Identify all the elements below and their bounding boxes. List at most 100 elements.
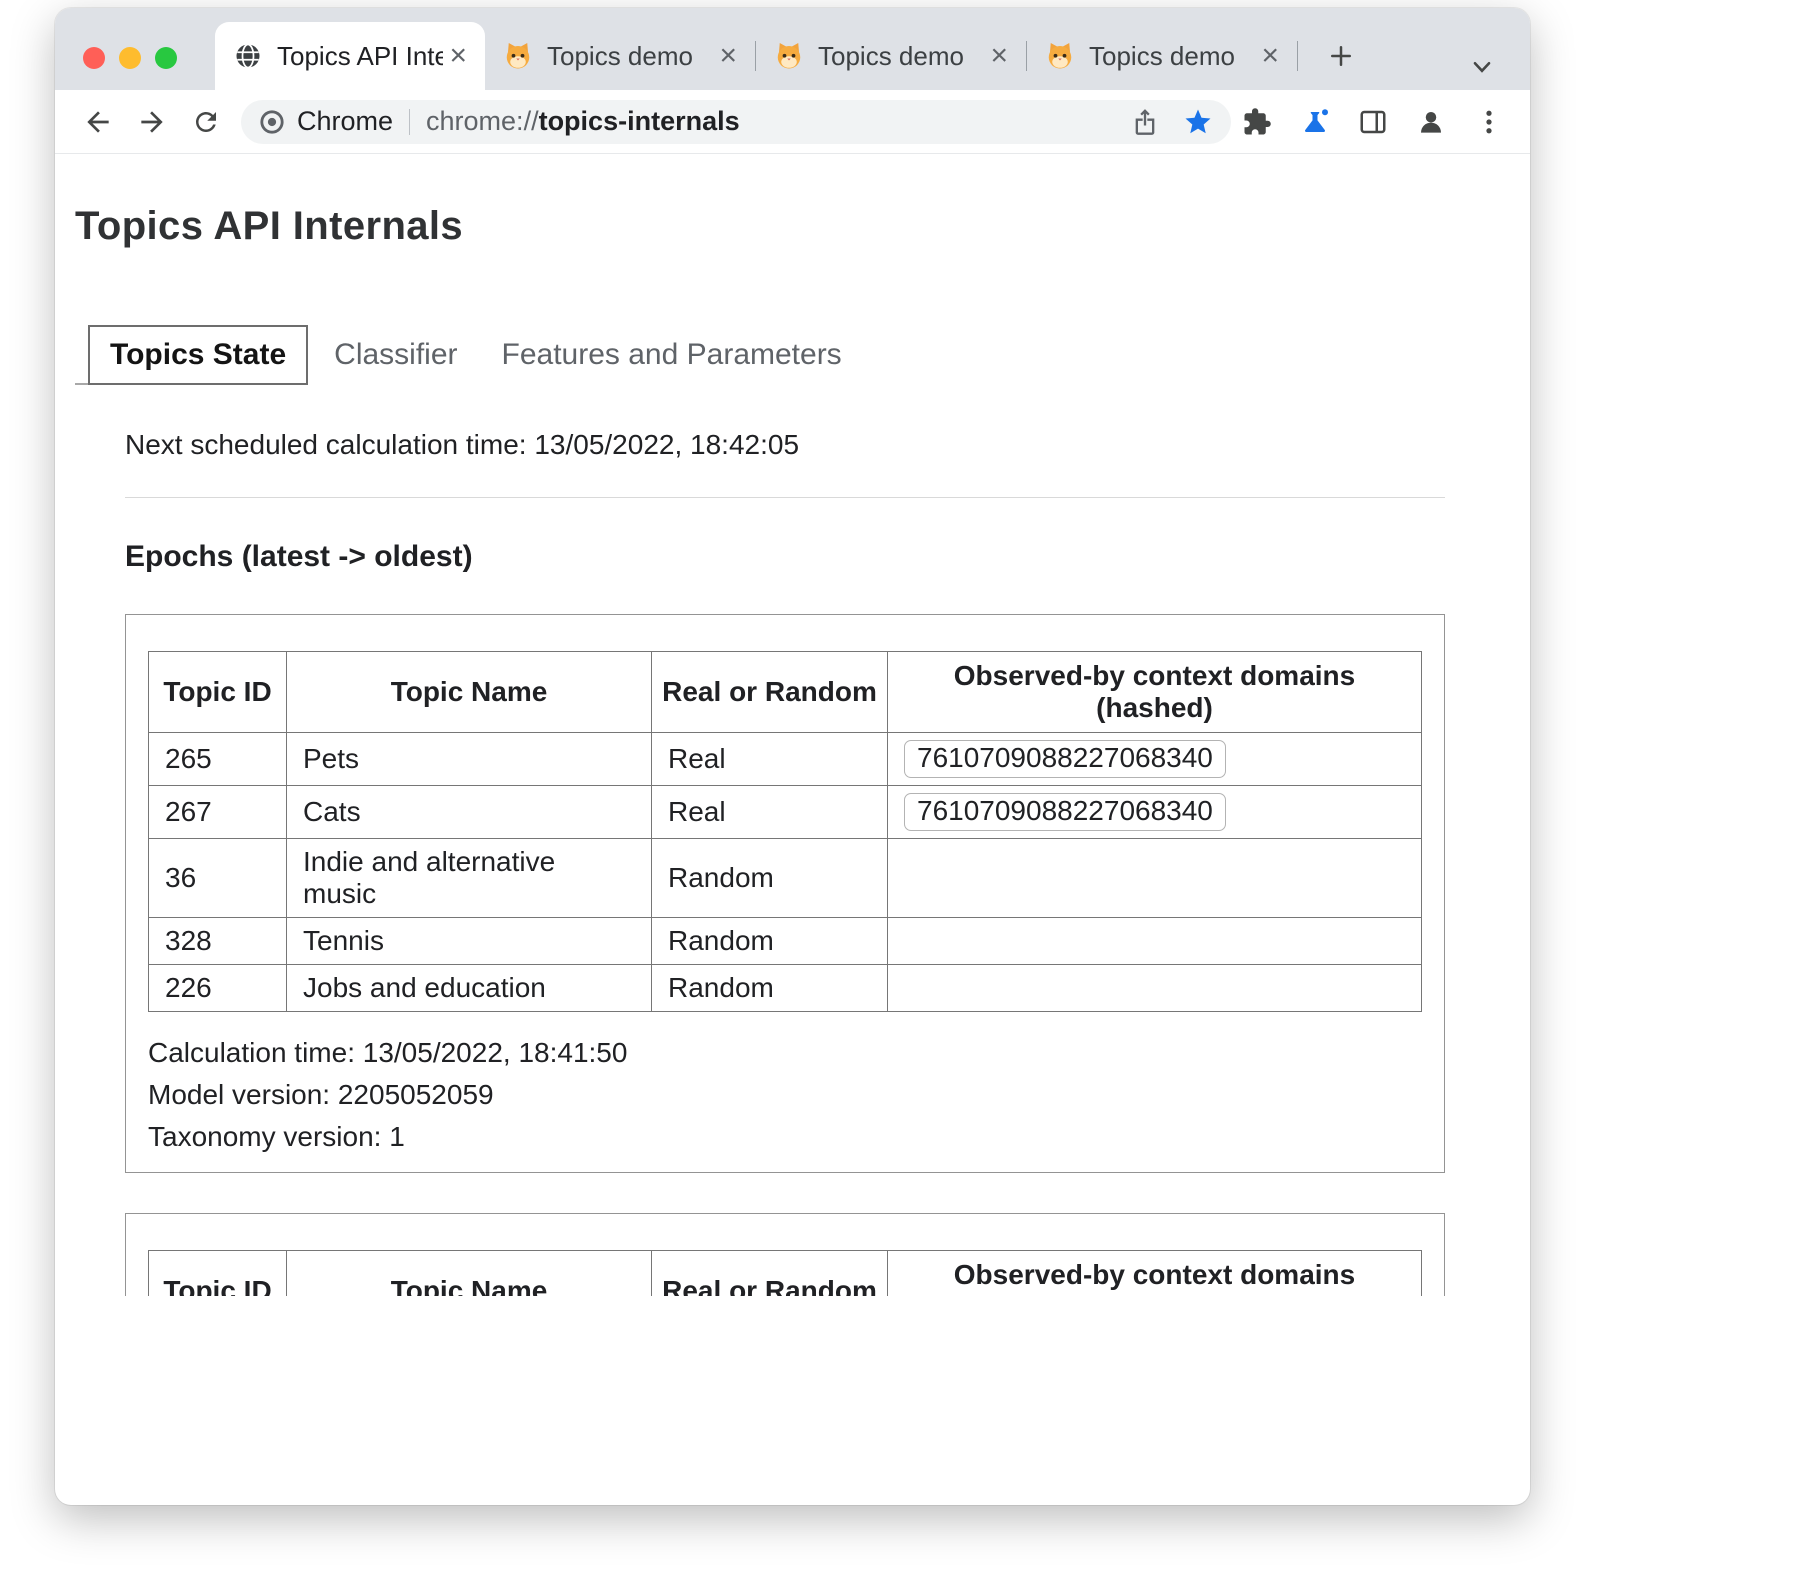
tab-strip: Topics API Intern × Topics demo ×	[55, 8, 1530, 90]
url-host: topics-internals	[539, 106, 740, 137]
divider	[125, 497, 1445, 498]
toolbar-actions	[1234, 99, 1514, 145]
table-header-row: Topic ID Topic Name Real or Random Obser…	[149, 1251, 1422, 1297]
profile-button[interactable]	[1408, 99, 1454, 145]
chevron-down-icon	[1467, 54, 1497, 80]
browser-toolbar: Chrome chrome:// topics-internals	[55, 90, 1530, 154]
flask-icon	[1300, 107, 1330, 137]
browser-tab-topics-demo-1[interactable]: Topics demo ×	[485, 22, 755, 90]
side-panel-icon	[1358, 107, 1388, 137]
col-header-topic-id: Topic ID	[149, 652, 287, 733]
browser-window: Topics API Intern × Topics demo ×	[55, 8, 1530, 1505]
extensions-button[interactable]	[1234, 99, 1280, 145]
col-header-topic-name: Topic Name	[287, 1251, 652, 1297]
topic-id-cell: 267	[149, 786, 287, 839]
reload-icon	[191, 107, 221, 137]
three-dots-icon	[1474, 107, 1504, 137]
avatar-icon	[1416, 107, 1446, 137]
col-header-real-or-random: Real or Random	[652, 652, 888, 733]
cat-favicon-icon	[503, 41, 533, 71]
share-icon	[1131, 108, 1159, 136]
window-minimize-button[interactable]	[119, 47, 141, 69]
tab-separator	[1297, 41, 1298, 71]
reload-button[interactable]	[179, 95, 233, 149]
epoch-table-1: Topic ID Topic Name Real or Random Obser…	[148, 651, 1422, 1012]
observed-by-cell: 7610709088227068340	[888, 733, 1422, 786]
topic-id-cell: 226	[149, 965, 287, 1012]
model-version: Model version: 2205052059	[148, 1074, 1422, 1116]
tab-close-icon[interactable]: ×	[443, 41, 473, 71]
tab-title: Topics API Intern	[277, 41, 443, 72]
table-row: 267 Cats Real 7610709088227068340	[149, 786, 1422, 839]
table-row: 36 Indie and alternative music Random	[149, 839, 1422, 918]
window-controls	[83, 47, 177, 69]
topic-name-cell: Cats	[287, 786, 652, 839]
topic-id-cell: 328	[149, 918, 287, 965]
side-panel-button[interactable]	[1350, 99, 1396, 145]
epoch-table-2: Topic ID Topic Name Real or Random Obser…	[148, 1250, 1422, 1296]
table-row: 265 Pets Real 7610709088227068340	[149, 733, 1422, 786]
browser-tab-topics-demo-2[interactable]: Topics demo ×	[756, 22, 1026, 90]
address-product-label: Chrome	[297, 106, 393, 137]
page-tabs: Topics State Classifier Features and Par…	[88, 325, 1530, 385]
observed-by-cell	[888, 839, 1422, 918]
real-or-random-cell: Real	[652, 786, 888, 839]
window-close-button[interactable]	[83, 47, 105, 69]
topic-name-cell: Pets	[287, 733, 652, 786]
col-header-observed-by: Observed-by context domains (hashed)	[888, 1251, 1422, 1297]
tab-close-icon[interactable]: ×	[984, 41, 1014, 71]
observed-by-cell	[888, 965, 1422, 1012]
url-scheme: chrome://	[426, 106, 539, 137]
browser-tabs: Topics API Intern × Topics demo ×	[215, 22, 1362, 90]
star-icon	[1183, 107, 1213, 137]
tab-close-icon[interactable]: ×	[1255, 41, 1285, 71]
chrome-logo-icon	[259, 109, 285, 135]
table-row: 226 Jobs and education Random	[149, 965, 1422, 1012]
tab-search-button[interactable]	[1464, 52, 1500, 82]
tab-close-icon[interactable]: ×	[713, 41, 743, 71]
topic-name-cell: Tennis	[287, 918, 652, 965]
epochs-heading: Epochs (latest -> oldest)	[125, 540, 1445, 574]
col-header-topic-id: Topic ID	[149, 1251, 287, 1297]
observed-by-cell	[888, 918, 1422, 965]
taxonomy-version: Taxonomy version: 1	[148, 1116, 1422, 1158]
topic-name-cell: Indie and alternative music	[287, 839, 652, 918]
tab-features-and-parameters[interactable]: Features and Parameters	[480, 326, 864, 384]
hashed-domain-value: 7610709088227068340	[904, 793, 1226, 831]
next-calculation-time: Next scheduled calculation time: 13/05/2…	[125, 429, 1445, 461]
globe-favicon-icon	[233, 41, 263, 71]
tab-classifier[interactable]: Classifier	[312, 326, 479, 384]
address-bar[interactable]: Chrome chrome:// topics-internals	[241, 100, 1231, 144]
cat-favicon-icon	[1045, 41, 1075, 71]
address-divider	[409, 109, 410, 135]
back-button[interactable]	[71, 95, 125, 149]
col-header-observed-by: Observed-by context domains (hashed)	[888, 652, 1422, 733]
forward-button[interactable]	[125, 95, 179, 149]
forward-arrow-icon	[136, 106, 168, 138]
back-arrow-icon	[82, 106, 114, 138]
col-header-topic-name: Topic Name	[287, 652, 652, 733]
share-button[interactable]	[1131, 108, 1159, 136]
browser-tab-topics-internals[interactable]: Topics API Intern ×	[215, 22, 485, 90]
chrome-labs-button[interactable]	[1292, 99, 1338, 145]
topic-id-cell: 36	[149, 839, 287, 918]
browser-tab-topics-demo-3[interactable]: Topics demo ×	[1027, 22, 1297, 90]
real-or-random-cell: Random	[652, 965, 888, 1012]
tab-title: Topics demo	[818, 41, 984, 72]
window-maximize-button[interactable]	[155, 47, 177, 69]
calculation-time: Calculation time: 13/05/2022, 18:41:50	[148, 1032, 1422, 1074]
table-row: 328 Tennis Random	[149, 918, 1422, 965]
real-or-random-cell: Random	[652, 918, 888, 965]
topics-state-panel: Next scheduled calculation time: 13/05/2…	[125, 429, 1445, 1296]
puzzle-icon	[1242, 107, 1272, 137]
epoch-card-2: Topic ID Topic Name Real or Random Obser…	[125, 1213, 1445, 1296]
page-title: Topics API Internals	[75, 204, 1530, 249]
browser-menu-button[interactable]	[1466, 99, 1512, 145]
tab-topics-state[interactable]: Topics State	[88, 325, 308, 385]
bookmark-button[interactable]	[1183, 107, 1213, 137]
real-or-random-cell: Real	[652, 733, 888, 786]
real-or-random-cell: Random	[652, 839, 888, 918]
table-header-row: Topic ID Topic Name Real or Random Obser…	[149, 652, 1422, 733]
new-tab-button[interactable]	[1320, 35, 1362, 77]
hashed-domain-value: 7610709088227068340	[904, 740, 1226, 778]
